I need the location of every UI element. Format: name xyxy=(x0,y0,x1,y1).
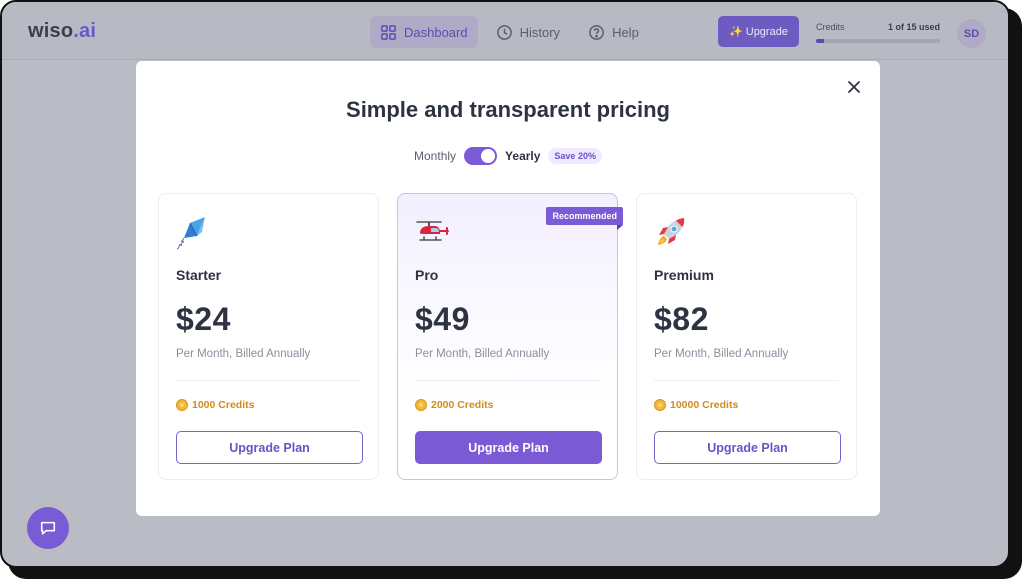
helicopter-icon xyxy=(416,221,449,241)
plan-name: Pro xyxy=(415,267,439,283)
plan-period: Per Month, Billed Annually xyxy=(654,348,789,360)
modal-title: Simple and transparent pricing xyxy=(346,97,670,122)
plan-period: Per Month, Billed Annually xyxy=(176,348,311,360)
pricing-modal: Simple and transparent pricing Monthly Y… xyxy=(136,61,880,516)
plan-price: $49 xyxy=(415,301,470,337)
credits-used: 1 of 15 used xyxy=(887,22,940,32)
plan-price: $82 xyxy=(654,301,709,337)
credits-meter: Credits 1 of 15 used xyxy=(816,22,940,43)
plan-period: Per Month, Billed Annually xyxy=(415,348,550,360)
divider xyxy=(654,380,839,381)
credits-progress-fill xyxy=(816,39,825,43)
save-badge: Save 20% xyxy=(548,148,602,164)
nav-item-label: Help xyxy=(612,24,639,40)
divider xyxy=(415,380,600,381)
coin-icon xyxy=(176,399,188,411)
plan-card-pro: Recommended Pro $49 Per Month, Billed An… xyxy=(397,193,623,480)
logo-main: wiso xyxy=(28,20,74,42)
nav-item-dashboard[interactable]: Dashboard xyxy=(370,16,478,48)
billing-monthly-label[interactable]: Monthly xyxy=(414,149,456,163)
plan-credits-label: 10000 Credits xyxy=(670,399,739,411)
plan-card-premium: Premium $82 Per Month, Billed Annually 1… xyxy=(636,193,857,480)
question-icon xyxy=(589,24,604,40)
chat-icon xyxy=(40,521,56,535)
upgrade-plan-button-starter[interactable]: Upgrade Plan xyxy=(176,431,363,464)
upgrade-plan-button-premium[interactable]: Upgrade Plan xyxy=(654,431,841,464)
coin-icon xyxy=(654,399,666,411)
recommended-badge: Recommended xyxy=(546,207,623,230)
header-upgrade-button[interactable]: ✨ Upgrade xyxy=(718,16,799,47)
nav-item-label: History xyxy=(519,24,561,40)
logo-suffix: .ai xyxy=(73,20,97,42)
toggle-knob xyxy=(481,149,496,163)
nav-item-help[interactable]: Help xyxy=(578,16,649,48)
plan-cards: Starter $24 Per Month, Billed Annually 1… xyxy=(158,193,858,481)
plan-credits: 10000 Credits xyxy=(654,399,738,411)
plan-name: Starter xyxy=(176,267,222,283)
plan-credits-label: 1000 Credits xyxy=(192,399,255,411)
nav-item-label: Dashboard xyxy=(404,24,468,40)
plan-credits: 1000 Credits xyxy=(176,399,254,411)
main-nav: Dashboard History Help xyxy=(370,16,649,48)
divider xyxy=(176,380,361,381)
billing-yearly-label[interactable]: Yearly xyxy=(505,149,540,163)
close-icon[interactable] xyxy=(846,79,862,95)
upgrade-plan-button-pro[interactable]: Upgrade Plan xyxy=(415,431,602,464)
avatar[interactable]: SD xyxy=(957,19,986,48)
credits-label: Credits xyxy=(816,22,845,32)
credits-progress-bar xyxy=(816,39,940,43)
rocket-icon xyxy=(658,218,685,245)
plan-name: Premium xyxy=(654,267,714,283)
chat-button[interactable] xyxy=(27,507,69,549)
billing-toggle[interactable] xyxy=(464,147,498,165)
plan-card-starter: Starter $24 Per Month, Billed Annually 1… xyxy=(158,193,379,480)
upgrade-label: Upgrade xyxy=(745,25,788,38)
sparkle-icon: ✨ xyxy=(729,26,743,38)
coin-icon xyxy=(415,399,427,411)
top-bar: wiso.ai Dashboard History Help ✨ Upgrade… xyxy=(2,2,1008,60)
billing-toggle-row: Monthly Yearly Save 20% xyxy=(136,147,880,165)
app-window: wiso.ai Dashboard History Help ✨ Upgrade… xyxy=(0,0,1010,568)
logo[interactable]: wiso.ai xyxy=(28,20,96,43)
clock-icon xyxy=(496,24,512,40)
nav-item-history[interactable]: History xyxy=(486,16,570,48)
plan-price: $24 xyxy=(176,301,231,337)
grid-icon xyxy=(381,24,396,40)
plan-credits-label: 2000 Credits xyxy=(431,399,494,411)
kite-icon xyxy=(176,217,205,250)
plan-credits: 2000 Credits xyxy=(415,399,493,411)
